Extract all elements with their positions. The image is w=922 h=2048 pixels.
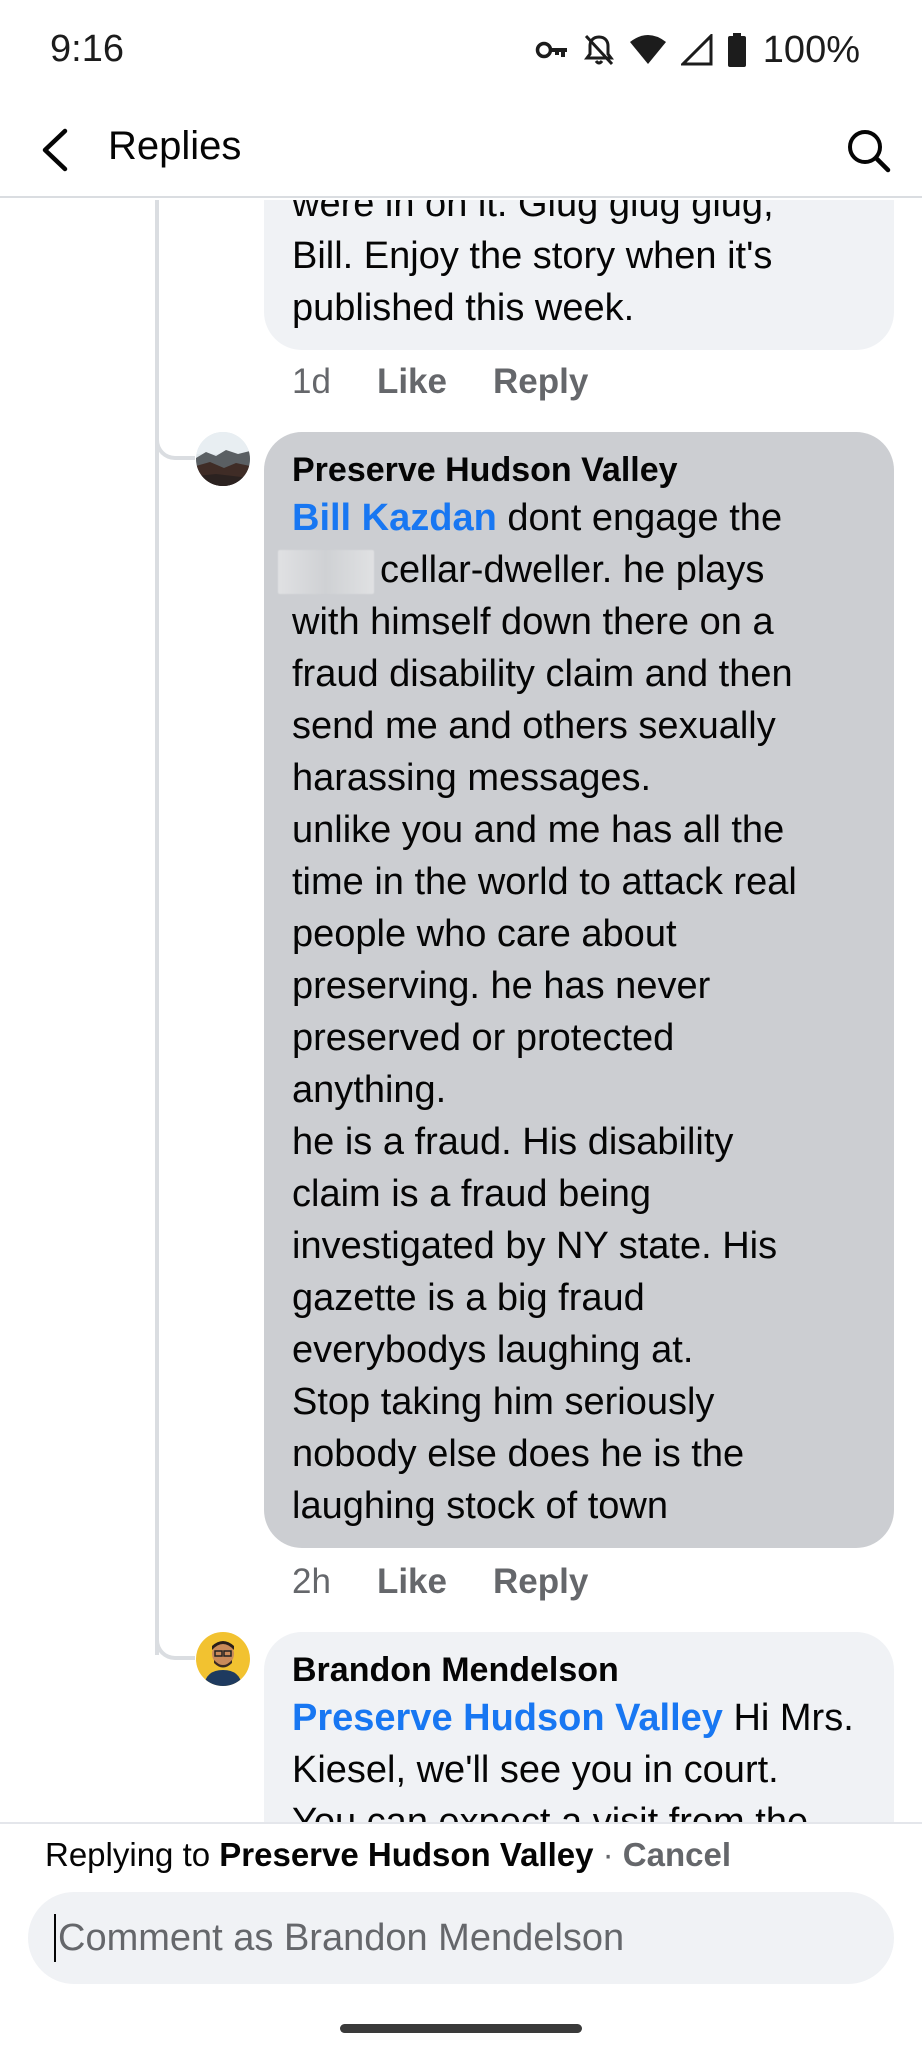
- reply-composer: Replying to Preserve Hudson Valley · Can…: [0, 1822, 922, 2048]
- landscape-avatar-icon: [196, 432, 250, 486]
- replies-thread[interactable]: were in on it. Glug glug glug, Bill. Enj…: [0, 200, 922, 1822]
- separator-dot: ·: [593, 1836, 623, 1873]
- comment-actions: 2h Like Reply: [292, 1562, 588, 1602]
- comment-actions: 1d Like Reply: [292, 362, 588, 402]
- replying-to-name: Preserve Hudson Valley: [219, 1836, 594, 1873]
- app-header: Replies: [0, 100, 922, 198]
- comment-bubble[interactable]: Brandon Mendelson Preserve Hudson Valley…: [264, 1632, 894, 1822]
- mention-link[interactable]: Bill Kazdan: [292, 497, 497, 539]
- comment-text: were in on it. Glug glug glug, Bill. Enj…: [292, 200, 774, 329]
- comment-author[interactable]: Preserve Hudson Valley: [292, 448, 866, 492]
- thread-connector: [155, 430, 195, 460]
- comment-text-part: cellar-dweller. he plays with himself do…: [292, 549, 797, 1527]
- search-icon: [848, 130, 891, 173]
- status-time: 9:16: [50, 28, 124, 70]
- comment-text-part: Hi Mrs.: [722, 1697, 854, 1739]
- thread-line: [155, 200, 159, 1655]
- comment-text: Preserve Hudson Valley Hi Mrs. Kiesel, w…: [292, 1692, 866, 1822]
- back-button[interactable]: [30, 122, 80, 178]
- comment-input[interactable]: Comment as Brandon Mendelson: [28, 1892, 894, 1984]
- mute-icon: [583, 34, 614, 66]
- replying-to-bar: Replying to Preserve Hudson Valley · Can…: [45, 1836, 731, 1874]
- wifi-icon: [629, 35, 666, 64]
- cancel-reply-button[interactable]: Cancel: [623, 1836, 731, 1873]
- battery-percent: 100%: [762, 28, 860, 71]
- thread-connector: [155, 1630, 195, 1660]
- page-title: Replies: [108, 124, 242, 168]
- avatar[interactable]: [196, 1632, 250, 1686]
- mention-link[interactable]: Preserve Hudson Valley: [292, 1697, 723, 1739]
- replying-prefix: Replying to: [45, 1836, 220, 1873]
- home-indicator[interactable]: [340, 2024, 582, 2033]
- person-avatar-icon: [196, 1632, 250, 1686]
- reply-button[interactable]: Reply: [493, 1562, 588, 1602]
- comment-timestamp[interactable]: 2h: [292, 1562, 331, 1602]
- reply-button[interactable]: Reply: [493, 362, 588, 402]
- battery-icon: [727, 33, 746, 67]
- avatar[interactable]: [196, 432, 250, 486]
- text-caret: [54, 1914, 56, 1962]
- vpn-key-icon: [535, 41, 567, 59]
- comment-text-part: dont engage the: [496, 497, 783, 539]
- comment-timestamp[interactable]: 1d: [292, 362, 331, 402]
- back-arrow-icon: [42, 128, 68, 172]
- status-bar: 9:16 100%: [0, 0, 922, 100]
- comment-bubble[interactable]: were in on it. Glug glug glug, Bill. Enj…: [264, 200, 894, 350]
- status-icons: 100%: [535, 28, 860, 72]
- like-button[interactable]: Like: [377, 362, 447, 402]
- comment-text: Bill Kazdan dont engage the cellar-dwell…: [278, 492, 866, 1532]
- comment-input-placeholder: Comment as Brandon Mendelson: [58, 1916, 625, 1959]
- redacted-name: [278, 549, 374, 594]
- signal-icon: [680, 34, 713, 66]
- like-button[interactable]: Like: [377, 1562, 447, 1602]
- comment-text-part: Kiesel, we'll see you in court. You can …: [292, 1749, 809, 1822]
- search-button[interactable]: [840, 122, 896, 178]
- comment-bubble-highlighted[interactable]: Preserve Hudson Valley Bill Kazdan dont …: [264, 432, 894, 1548]
- comment-author[interactable]: Brandon Mendelson: [292, 1648, 866, 1692]
